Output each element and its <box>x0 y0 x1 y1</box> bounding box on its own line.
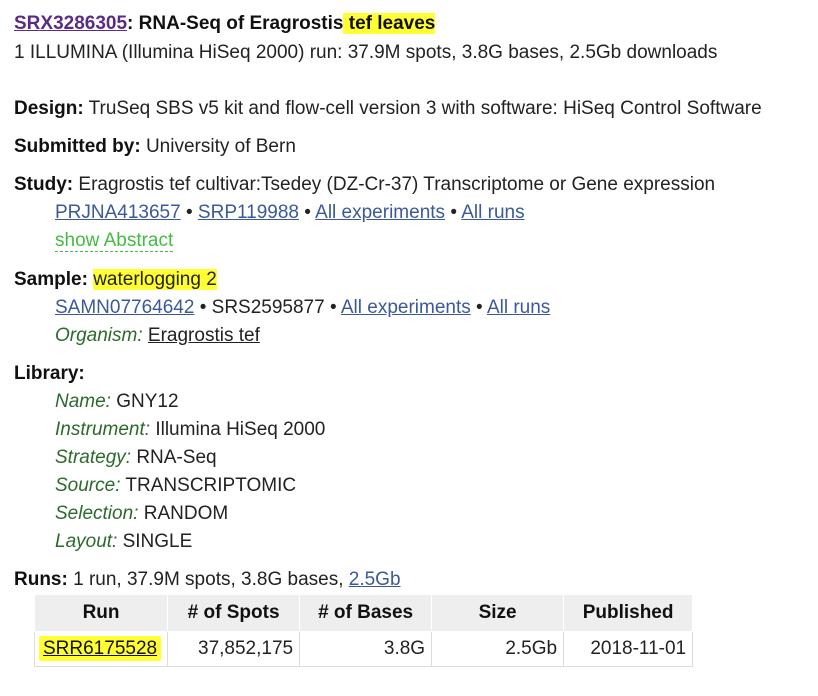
library-row: Library: <box>14 362 85 386</box>
library-field: Instrument: Illumina HiSeq 2000 <box>55 418 325 442</box>
bases-cell: 3.8G <box>299 631 433 667</box>
srs-accession: SRS2595877 <box>211 297 325 318</box>
study-label: Study: <box>14 174 74 195</box>
sample-all-runs-link[interactable]: All runs <box>487 297 550 318</box>
srx-accession-link[interactable]: SRX3286305 <box>14 13 127 34</box>
column-header-run: Run <box>33 594 169 632</box>
separator: • <box>329 297 337 318</box>
srp-link[interactable]: SRP119988 <box>198 202 299 223</box>
sample-all-experiments-link[interactable]: All experiments <box>341 297 471 318</box>
show-abstract-toggle[interactable]: show Abstract <box>55 230 174 252</box>
title-text: : RNA-Seq of Eragrostis <box>127 13 344 34</box>
biosample-link[interactable]: SAMN07764642 <box>55 297 194 318</box>
organism-label: Organism: <box>55 325 143 346</box>
sample-value: waterlogging 2 <box>93 269 217 290</box>
design-label: Design: <box>14 98 84 119</box>
submitted-value: University of Bern <box>145 136 296 157</box>
abstract-row: show Abstract <box>55 229 174 253</box>
runs-row: Runs: 1 run, 37.9M spots, 3.8G bases, 2.… <box>14 568 401 592</box>
run-highlight: SRR6175528 <box>39 636 162 661</box>
submitted-row: Submitted by: University of Bern <box>14 135 296 159</box>
study-row: Study: Eragrostis tef cultivar:Tsedey (D… <box>14 173 715 197</box>
run-cell: SRR6175528 <box>33 631 169 667</box>
organism-row: Organism: Eragrostis tef <box>55 324 260 348</box>
sample-row: Sample: waterlogging 2 <box>14 268 217 292</box>
separator: • <box>185 202 193 223</box>
table-row: SRR6175528 37,852,175 3.8G 2.5Gb 2018-11… <box>33 631 694 667</box>
library-field-label: Name: <box>55 391 111 412</box>
library-field-label: Instrument: <box>55 419 151 440</box>
runs-summary: 1 run, 37.9M spots, 3.8G bases, <box>73 569 344 590</box>
table-header-row: Run # of Spots # of Bases Size Published <box>33 594 694 632</box>
srx-record-page: SRX3286305: RNA-Seq of Eragrostis tef le… <box>0 0 818 696</box>
submitted-label: Submitted by: <box>14 136 141 157</box>
column-header-published: Published <box>563 594 694 632</box>
run-accession-link[interactable]: SRR6175528 <box>43 638 157 659</box>
sample-links: SAMN07764642 • SRS2595877 • All experime… <box>55 296 550 320</box>
design-value: TruSeq SBS v5 kit and flow-cell version … <box>88 98 762 119</box>
study-all-experiments-link[interactable]: All experiments <box>315 202 445 223</box>
separator: • <box>304 202 311 223</box>
library-field-value: TRANSCRIPTOMIC <box>125 475 297 496</box>
download-link[interactable]: 2.5Gb <box>349 569 401 590</box>
title-highlight: tef leaves <box>343 13 436 34</box>
library-field-value: RNA-Seq <box>136 447 217 468</box>
spots-cell: 37,852,175 <box>167 631 301 667</box>
library-field: Layout: SINGLE <box>55 530 192 554</box>
runs-label: Runs: <box>14 569 68 590</box>
column-header-size: Size <box>431 594 565 632</box>
separator: • <box>450 202 457 223</box>
library-field-label: Strategy: <box>55 447 132 468</box>
library-field-value: RANDOM <box>143 503 229 524</box>
library-field-value: GNY12 <box>116 391 179 412</box>
organism-link[interactable]: Eragrostis tef <box>148 325 260 346</box>
runs-table: Run # of Spots # of Bases Size Published… <box>33 594 694 667</box>
study-all-runs-link[interactable]: All runs <box>461 202 524 223</box>
published-cell: 2018-11-01 <box>563 631 694 667</box>
library-field: Strategy: RNA-Seq <box>55 446 217 470</box>
library-field-value: Illumina HiSeq 2000 <box>155 419 326 440</box>
library-field: Selection: RANDOM <box>55 502 228 526</box>
size-cell: 2.5Gb <box>431 631 565 667</box>
design-row: Design: TruSeq SBS v5 kit and flow-cell … <box>14 97 762 121</box>
library-field-label: Layout: <box>55 531 118 552</box>
library-field-label: Source: <box>55 475 121 496</box>
study-value: Eragrostis tef cultivar:Tsedey (DZ-Cr-37… <box>78 174 716 195</box>
column-header-bases: # of Bases <box>299 594 433 632</box>
study-links: PRJNA413657 • SRP119988 • All experiment… <box>55 201 525 225</box>
library-field: Name: GNY12 <box>55 390 179 414</box>
separator: • <box>476 297 483 318</box>
library-field-value: SINGLE <box>122 531 193 552</box>
separator: • <box>199 297 207 318</box>
library-label: Library: <box>14 363 85 384</box>
column-header-spots: # of Spots <box>167 594 301 632</box>
library-field-label: Selection: <box>55 503 139 524</box>
sample-label: Sample: <box>14 269 88 290</box>
library-field: Source: TRANSCRIPTOMIC <box>55 474 296 498</box>
run-summary: 1 ILLUMINA (Illumina HiSeq 2000) run: 37… <box>14 42 718 63</box>
bioproject-link[interactable]: PRJNA413657 <box>55 202 181 223</box>
record-title: SRX3286305: RNA-Seq of Eragrostis tef le… <box>14 12 436 36</box>
